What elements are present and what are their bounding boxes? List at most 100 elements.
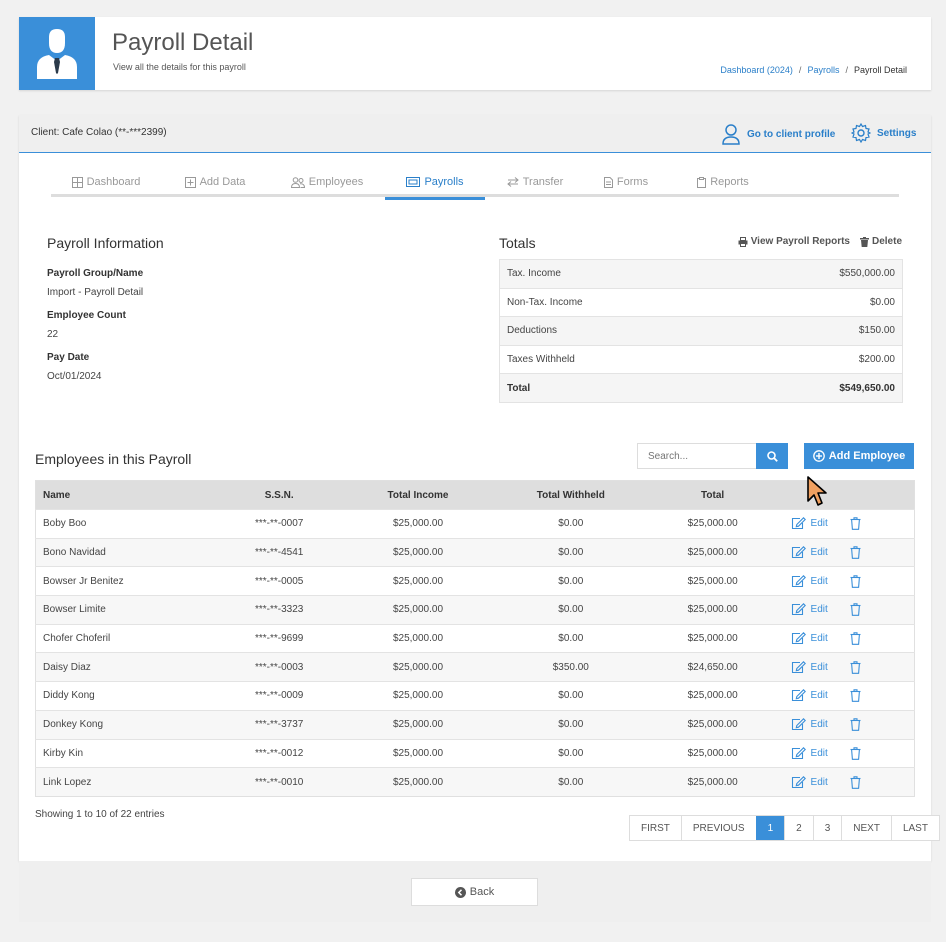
page-2[interactable]: 2 bbox=[784, 816, 813, 840]
employee-total-income: $25,000.00 bbox=[343, 509, 493, 539]
edit-icon bbox=[791, 775, 806, 788]
employee-ssn: ***-**-3737 bbox=[215, 709, 344, 739]
page-1[interactable]: 1 bbox=[755, 816, 785, 840]
table-row: Bowser Jr Benitez ***-**-0005 $25,000.00 $0… bbox=[35, 566, 915, 596]
column-header-total-income[interactable]: Total Income bbox=[343, 480, 493, 510]
edit-button[interactable]: Edit bbox=[791, 517, 828, 530]
trash-icon[interactable] bbox=[850, 775, 861, 789]
page-header: Payroll Detail View all the details for … bbox=[19, 17, 931, 90]
trash-icon[interactable] bbox=[850, 718, 861, 732]
totals-row: Deductions $150.00 bbox=[499, 316, 903, 346]
tab-forms[interactable]: Forms bbox=[585, 167, 667, 197]
trash-icon[interactable] bbox=[850, 661, 861, 674]
totals-label: Non-Tax. Income bbox=[499, 287, 727, 317]
employee-ssn: ***-**-0005 bbox=[215, 566, 344, 596]
edit-label: Edit bbox=[810, 776, 828, 788]
trash-icon[interactable] bbox=[850, 517, 861, 531]
edit-button[interactable]: Edit bbox=[791, 632, 828, 645]
column-header-total[interactable]: Total bbox=[648, 480, 777, 510]
totals-table: Tax. Income $550,000.00 Non-Tax. Income $0… bbox=[499, 259, 903, 403]
search-input[interactable] bbox=[637, 443, 757, 469]
breadcrumb-dashboard[interactable]: Dashboard (2024) bbox=[720, 65, 793, 75]
breadcrumb-payrolls[interactable]: Payrolls bbox=[807, 65, 839, 75]
tab-add-data[interactable]: Add Data bbox=[161, 167, 269, 197]
edit-button[interactable]: Edit bbox=[791, 546, 828, 559]
tab-payrolls[interactable]: Payrolls bbox=[385, 167, 485, 200]
page-previous[interactable]: PREVIOUS bbox=[680, 816, 756, 840]
edit-icon bbox=[791, 517, 806, 530]
edit-button[interactable]: Edit bbox=[791, 718, 828, 731]
edit-icon bbox=[791, 689, 806, 702]
view-payroll-reports-link[interactable]: View Payroll Reports bbox=[738, 236, 850, 247]
tab-reports[interactable]: Reports bbox=[667, 167, 779, 197]
trash-icon[interactable] bbox=[850, 574, 861, 588]
employees-table: Name S.S.N. Total Income Total Withheld … bbox=[35, 480, 915, 797]
tab-dashboard[interactable]: Dashboard bbox=[51, 167, 161, 197]
arrow-circle-left-icon bbox=[454, 886, 466, 898]
tab-forms-label: Forms bbox=[616, 176, 649, 188]
page-3[interactable]: 3 bbox=[812, 816, 842, 840]
back-button[interactable]: Back bbox=[411, 878, 538, 906]
client-bar: Client: Cafe Colao (**-***2399) Go to cl… bbox=[19, 115, 931, 153]
employee-total-income: $25,000.00 bbox=[343, 709, 493, 739]
trash-icon[interactable] bbox=[850, 546, 861, 559]
trash-icon[interactable] bbox=[850, 747, 861, 760]
employee-total: $25,000.00 bbox=[648, 566, 777, 596]
employee-total: $25,000.00 bbox=[648, 709, 777, 739]
delete-label: Delete bbox=[871, 236, 902, 247]
search-button[interactable] bbox=[756, 443, 788, 469]
page-subtitle: View all the details for this payroll bbox=[113, 62, 246, 72]
go-to-client-profile-link[interactable]: Go to client profile bbox=[721, 123, 835, 145]
edit-label: Edit bbox=[810, 518, 828, 530]
employee-ssn: ***-**-3323 bbox=[215, 595, 344, 625]
tab-employees[interactable]: Employees bbox=[269, 167, 385, 197]
tab-transfer[interactable]: Transfer bbox=[485, 167, 585, 197]
totals-label: Deductions bbox=[499, 316, 727, 346]
column-header-name[interactable]: Name bbox=[35, 480, 216, 510]
pagination: FIRST PREVIOUS 1 2 3 NEXT LAST bbox=[629, 815, 940, 841]
row-actions: Edit bbox=[776, 738, 915, 768]
column-header-total-withheld[interactable]: Total Withheld bbox=[492, 480, 649, 510]
totals-row: Tax. Income $550,000.00 bbox=[499, 259, 903, 289]
table-header-row: Name S.S.N. Total Income Total Withheld … bbox=[35, 480, 915, 510]
edit-icon bbox=[791, 574, 806, 587]
delete-payroll-link[interactable]: Delete bbox=[859, 236, 902, 247]
edit-button[interactable]: Edit bbox=[791, 603, 828, 616]
profile-link-label: Go to client profile bbox=[747, 128, 836, 140]
trash-icon[interactable] bbox=[850, 632, 861, 645]
tab-dashboard-label: Dashboard bbox=[86, 176, 141, 188]
footer-bar: Back bbox=[19, 861, 931, 922]
search-icon bbox=[766, 450, 778, 462]
trash-icon[interactable] bbox=[850, 603, 861, 617]
totals-row: Taxes Withheld $200.00 bbox=[499, 344, 903, 374]
gear-icon bbox=[851, 123, 871, 143]
page-next[interactable]: NEXT bbox=[841, 816, 891, 840]
employee-name: Donkey Kong bbox=[35, 709, 216, 739]
page-first[interactable]: FIRST bbox=[630, 816, 681, 840]
avatar bbox=[19, 17, 95, 90]
edit-button[interactable]: Edit bbox=[791, 689, 828, 702]
edit-button[interactable]: Edit bbox=[791, 574, 828, 588]
table-icon bbox=[71, 176, 83, 188]
employee-total: $24,650.00 bbox=[648, 652, 777, 682]
table-row: Boby Boo ***-**-0007 $25,000.00 $0.00 $25,00… bbox=[35, 509, 915, 539]
tab-add-data-label: Add Data bbox=[199, 176, 246, 188]
trash-icon[interactable] bbox=[850, 689, 861, 703]
settings-link[interactable]: Settings bbox=[851, 123, 916, 143]
totals-value: $200.00 bbox=[726, 344, 903, 374]
edit-button[interactable]: Edit bbox=[791, 746, 828, 760]
plus-square-icon bbox=[184, 176, 196, 188]
employee-ssn: ***-**-0009 bbox=[215, 681, 344, 711]
page-last[interactable]: LAST bbox=[890, 816, 939, 840]
employee-name: Daisy Diaz bbox=[35, 652, 216, 682]
column-header-ssn[interactable]: S.S.N. bbox=[215, 480, 344, 510]
edit-button[interactable]: Edit bbox=[791, 775, 828, 789]
edit-label: Edit bbox=[810, 547, 828, 559]
add-employee-button[interactable]: Add Employee bbox=[804, 443, 914, 469]
entries-info: Showing 1 to 10 of 22 entries bbox=[35, 809, 165, 820]
file-icon bbox=[603, 176, 613, 188]
employee-name: Bowser Jr Benitez bbox=[35, 566, 216, 596]
employee-total-income: $25,000.00 bbox=[343, 537, 493, 567]
employee-total-withheld: $0.00 bbox=[492, 566, 649, 596]
edit-button[interactable]: Edit bbox=[791, 660, 828, 674]
